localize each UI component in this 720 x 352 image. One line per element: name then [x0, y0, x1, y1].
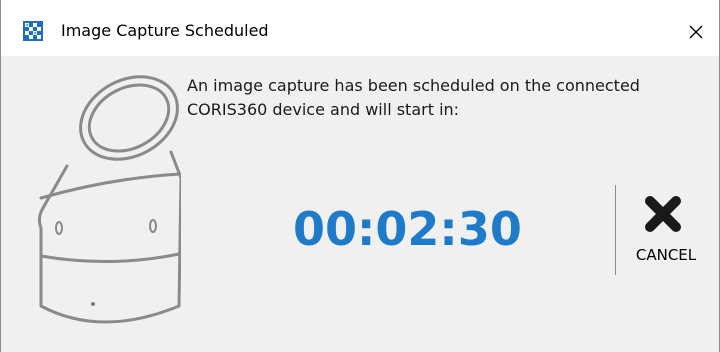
vertical-divider [615, 185, 616, 275]
x-mark-icon [645, 196, 681, 232]
schedule-message: An image capture has been scheduled on t… [187, 76, 640, 119]
coris360-device-illustration [37, 75, 181, 324]
title-bar: Image Capture Scheduled [1, 0, 719, 56]
window-title: Image Capture Scheduled [61, 21, 269, 40]
cancel-label: CANCEL [635, 246, 697, 264]
cancel-button[interactable]: CANCEL [623, 188, 709, 276]
checkered-app-icon [23, 21, 43, 41]
countdown-timer: 00:02:30 [293, 202, 522, 256]
close-icon [689, 25, 703, 39]
close-button[interactable] [673, 12, 719, 52]
dialog-body: An image capture has been scheduled on t… [1, 56, 719, 352]
dialog-window: Image Capture Scheduled An image capture… [0, 0, 720, 352]
